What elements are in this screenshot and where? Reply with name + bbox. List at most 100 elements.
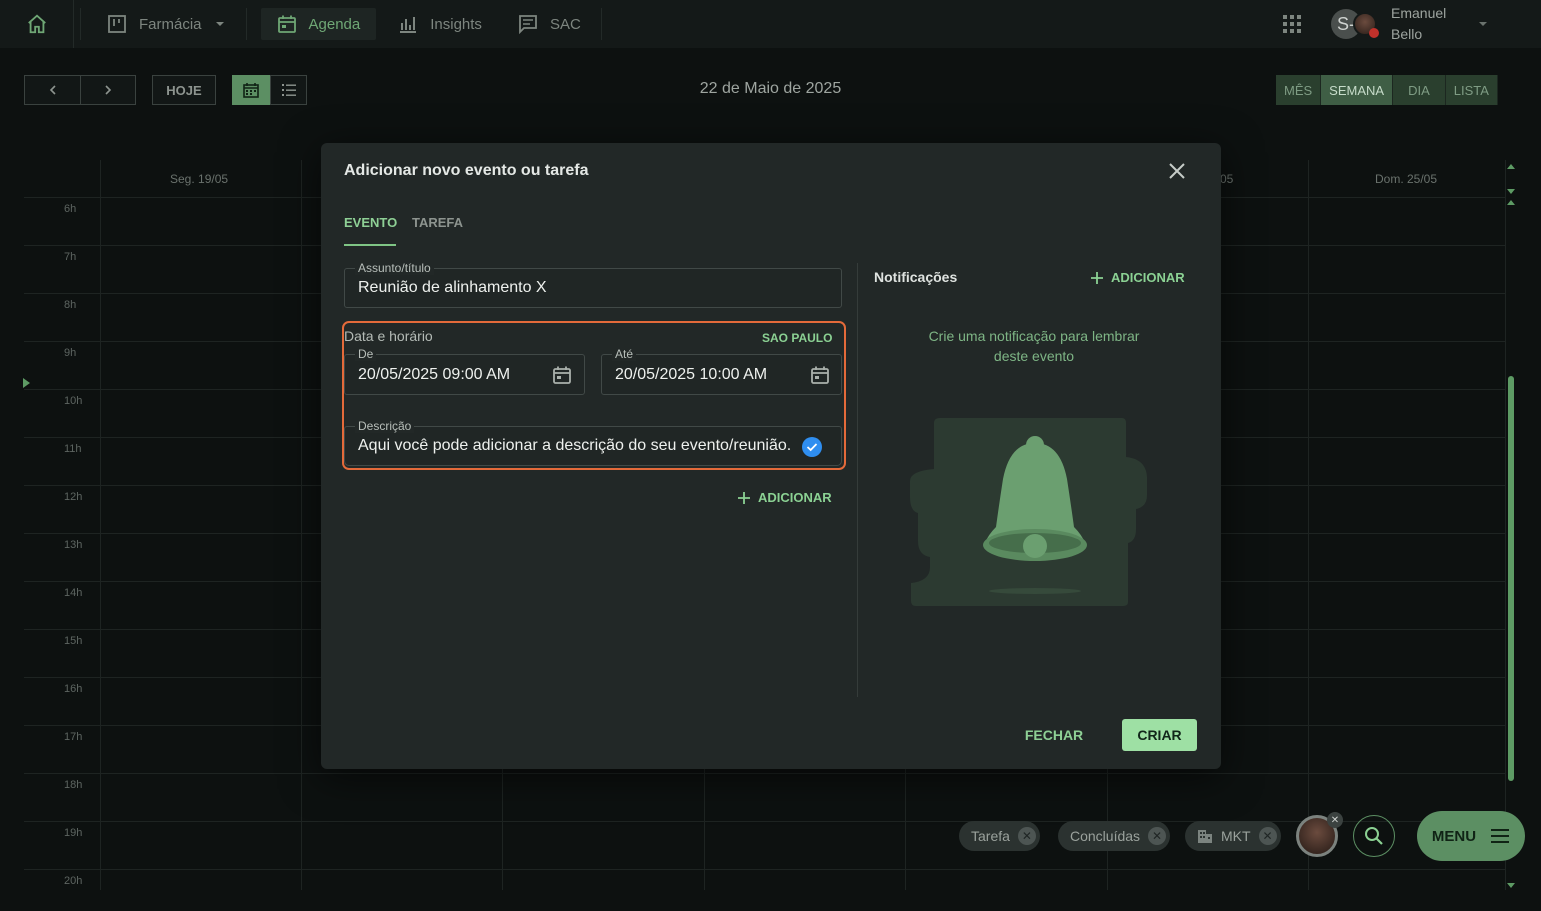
end-datetime-input[interactable]: 20/05/2025 10:00 AM (615, 366, 767, 384)
description-input[interactable]: Aqui você pode adicionar a descrição do … (358, 437, 791, 455)
filter-chip-mkt[interactable]: MKT ✕ (1185, 821, 1281, 851)
subject-label: Assunto/título (355, 261, 434, 275)
view-switch: MÊS SEMANA DIA LISTA (1276, 75, 1498, 105)
view-list-button[interactable]: LISTA (1445, 75, 1498, 105)
grid-line (1308, 160, 1309, 890)
grid-line (24, 821, 1506, 822)
menu-button[interactable]: MENU (1417, 811, 1525, 861)
check-circle-icon (802, 437, 822, 457)
home-icon (27, 14, 46, 34)
hour-label: 10h (64, 395, 83, 407)
grid-line (1505, 160, 1506, 890)
board-icon (108, 15, 126, 33)
start-datetime-field[interactable]: De 20/05/2025 09:00 AM (344, 347, 585, 395)
scrollbar[interactable] (1508, 376, 1514, 781)
hamburger-icon (1491, 829, 1510, 843)
filter-chip-concluidas[interactable]: Concluídas ✕ (1058, 821, 1171, 851)
timezone-button[interactable]: SAO PAULO (762, 331, 832, 345)
end-datetime-field[interactable]: Até 20/05/2025 10:00 AM (601, 347, 842, 395)
filter-chip-tarefa[interactable]: Tarefa ✕ (959, 821, 1040, 851)
subject-field[interactable]: Assunto/título Reunião de alinhamento X (344, 261, 842, 308)
start-datetime-input[interactable]: 20/05/2025 09:00 AM (358, 366, 510, 384)
hour-label: 15h (64, 635, 83, 647)
scroll-down-icon[interactable] (1507, 882, 1515, 890)
user-filter-avatar[interactable]: ✕ (1296, 812, 1343, 857)
grid-line (301, 160, 302, 890)
hour-label: 9h (64, 347, 77, 359)
nav-item-label: Insights (430, 15, 482, 33)
datetime-section-label: Data e horário (344, 328, 433, 344)
add-notification-label: ADICIONAR (1111, 270, 1185, 285)
view-month-button[interactable]: MÊS (1276, 75, 1322, 105)
nav-item-sac[interactable]: SAC (502, 8, 597, 40)
hour-label: 18h (64, 779, 83, 791)
fechar-button[interactable]: FECHAR (1009, 719, 1099, 751)
day-header-mon: Seg. 19/05 (170, 172, 229, 186)
view-week-button[interactable]: SEMANA (1321, 75, 1394, 105)
scroll-arrows-icon[interactable] (1507, 163, 1515, 207)
user-area: S- Emanuel Bello (1283, 0, 1541, 48)
nav-separator (80, 8, 81, 40)
nav-separator (245, 8, 247, 40)
apps-grid-icon[interactable] (1283, 15, 1301, 33)
hour-label: 19h (64, 827, 83, 839)
notifications-empty-hint: Crie uma notificação para lembrar deste … (928, 328, 1140, 364)
active-tab-indicator (344, 244, 396, 246)
user-first-name: Emanuel (1391, 5, 1447, 21)
bar-chart-icon (400, 17, 417, 33)
hour-label: 12h (64, 491, 83, 503)
calendar-picker-icon[interactable] (810, 365, 830, 385)
add-notification-button[interactable]: ADICIONAR (1091, 270, 1185, 285)
search-button[interactable] (1353, 815, 1395, 857)
grid-line (24, 869, 1506, 870)
home-button[interactable] (0, 0, 74, 48)
hour-label: 17h (64, 731, 83, 743)
close-button[interactable] (1167, 161, 1187, 181)
close-icon[interactable]: ✕ (1148, 827, 1167, 845)
view-day-button[interactable]: DIA (1393, 75, 1446, 105)
plus-icon (1091, 271, 1103, 284)
close-icon[interactable]: ✕ (1017, 827, 1036, 845)
end-label: Até (612, 347, 637, 361)
hour-label: 13h (64, 539, 83, 551)
add-field-label: ADICIONAR (758, 490, 832, 505)
search-icon (1365, 827, 1383, 845)
close-icon[interactable]: ✕ (1258, 827, 1277, 845)
close-icon (1169, 163, 1185, 179)
nav-item-agenda[interactable]: Agenda (260, 8, 377, 40)
nav-item-insights[interactable]: Insights (382, 8, 498, 40)
nav-item-label: Farmácia (139, 15, 202, 33)
new-event-dialog: Adicionar novo evento ou tarefa EVENTO T… (321, 143, 1221, 769)
dialog-divider (857, 263, 858, 697)
user-name[interactable]: Emanuel Bello (1391, 3, 1477, 45)
nav-separator (600, 8, 602, 40)
calendar-icon (277, 15, 296, 33)
tab-tarefa[interactable]: TAREFA (412, 215, 463, 230)
add-field-button[interactable]: ADICIONAR (738, 490, 832, 505)
nav-item-label: SAC (549, 15, 581, 33)
dialog-title: Adicionar novo evento ou tarefa (344, 162, 589, 179)
calendar-picker-icon[interactable] (552, 365, 572, 385)
subject-input[interactable]: Reunião de alinhamento X (358, 279, 547, 297)
current-time-marker-icon (23, 378, 30, 388)
day-header-sun: Dom. 25/05 (1375, 172, 1438, 186)
criar-button[interactable]: CRIAR (1122, 719, 1197, 751)
hour-label: 11h (64, 443, 82, 455)
bell-illustration-icon (910, 418, 1147, 606)
user-last-name: Bello (1391, 26, 1423, 42)
description-field[interactable]: Descrição Aqui você pode adicionar a des… (344, 419, 842, 466)
start-label: De (355, 347, 377, 361)
close-icon[interactable]: ✕ (1327, 812, 1343, 828)
tab-evento[interactable]: EVENTO (344, 215, 397, 230)
avatar[interactable] (1353, 12, 1379, 38)
hour-label: 16h (64, 683, 83, 695)
status-dot (1369, 28, 1379, 38)
hour-label: 7h (64, 251, 77, 263)
grid-line (100, 160, 101, 890)
notifications-title: Notificações (874, 269, 958, 285)
nav-item-farmacia[interactable]: Farmácia (91, 8, 242, 40)
chevron-down-icon (215, 22, 224, 26)
hour-label: 20h (64, 875, 83, 887)
chevron-down-icon[interactable] (1477, 18, 1489, 30)
chip-label: Concluídas (1070, 828, 1141, 844)
